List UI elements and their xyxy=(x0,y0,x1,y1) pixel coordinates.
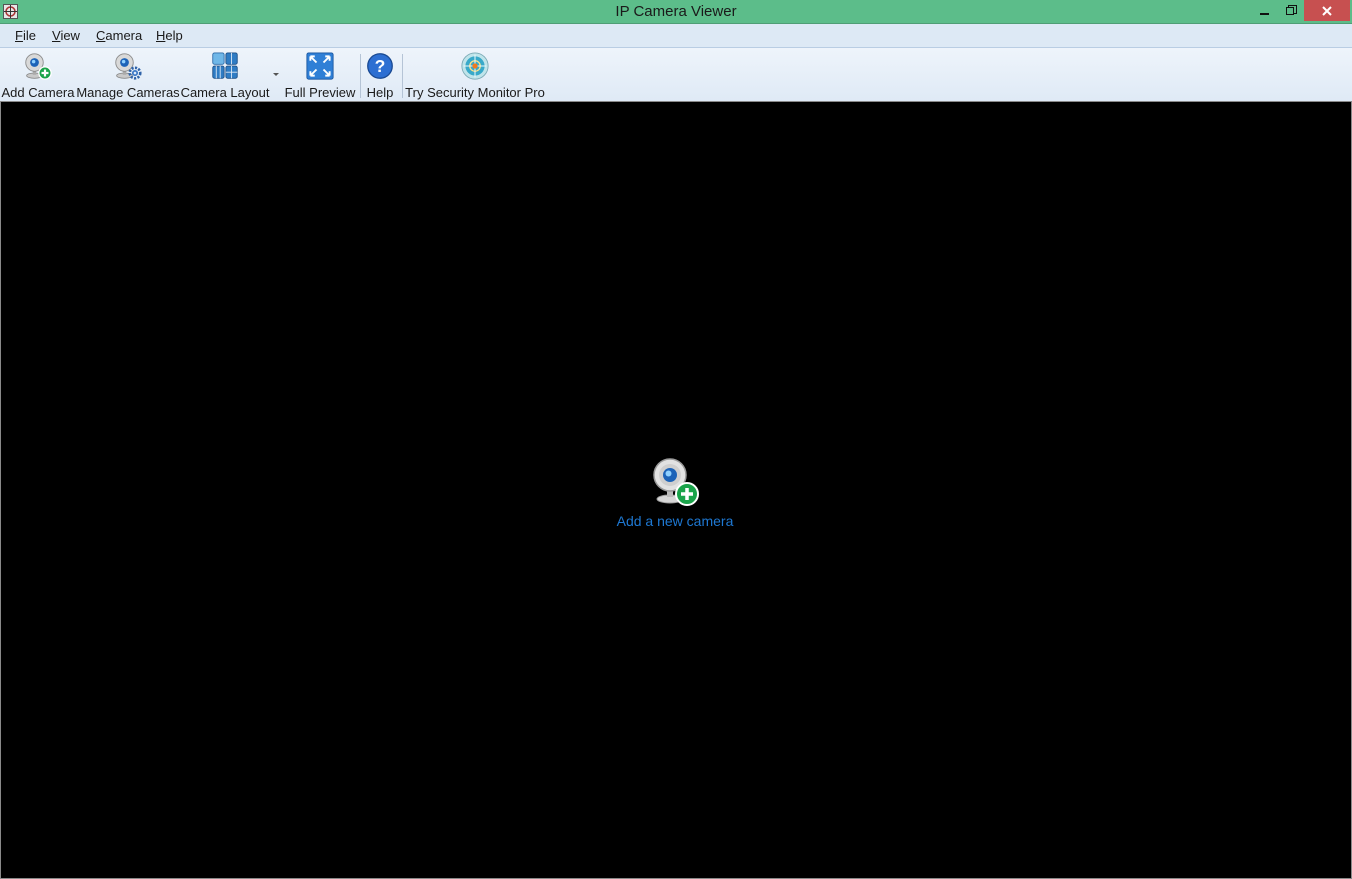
menu-camera-label: amera xyxy=(105,28,143,43)
camera-layout-button[interactable]: Camera Layout xyxy=(181,50,269,100)
add-new-camera-prompt[interactable]: Add a new camera xyxy=(613,457,737,529)
try-security-monitor-pro-label: Try Security Monitor Pro xyxy=(405,85,545,100)
full-preview-label: Full Preview xyxy=(284,85,356,100)
toolbar: Add Camera Manage Cameras Camera Layout xyxy=(0,47,1352,101)
minimize-icon xyxy=(1260,12,1269,15)
manage-cameras-icon xyxy=(115,53,142,80)
menu-file-accel: F xyxy=(15,28,23,43)
menu-view[interactable]: View xyxy=(52,28,80,43)
menu-file-label: ile xyxy=(22,28,36,43)
add-camera-icon xyxy=(25,53,52,80)
add-camera-label: Add Camera xyxy=(1,85,75,100)
try-security-monitor-pro-button[interactable]: Try Security Monitor Pro xyxy=(405,50,545,100)
menu-help[interactable]: Help xyxy=(156,28,183,43)
menu-file[interactable]: File xyxy=(15,28,36,43)
menu-camera-accel: C xyxy=(96,28,106,43)
menu-help-accel: H xyxy=(156,28,166,43)
target-icon xyxy=(461,52,489,80)
window-title: IP Camera Viewer xyxy=(615,3,737,20)
toolbar-separator xyxy=(360,54,361,98)
close-icon xyxy=(1322,5,1332,16)
camera-layout-icon xyxy=(212,52,238,79)
menu-bar: File View Camera Help xyxy=(0,23,1352,47)
help-icon: ? xyxy=(367,53,393,79)
menu-view-label: iew xyxy=(60,28,80,43)
camera-layout-label: Camera Layout xyxy=(180,85,270,100)
manage-cameras-button[interactable]: Manage Cameras xyxy=(76,50,180,100)
svg-text:?: ? xyxy=(375,56,386,76)
help-label: Help xyxy=(366,85,394,100)
restore-icon xyxy=(1285,5,1297,15)
fullscreen-icon xyxy=(306,52,334,80)
help-button[interactable]: ? Help xyxy=(364,50,396,100)
add-camera-button[interactable]: Add Camera xyxy=(1,50,75,100)
camera-viewport[interactable]: Add a new camera xyxy=(0,101,1352,879)
minimize-button[interactable] xyxy=(1252,0,1278,21)
manage-cameras-label: Manage Cameras xyxy=(76,85,180,100)
full-preview-button[interactable]: Full Preview xyxy=(284,50,356,100)
toolbar-separator xyxy=(402,54,403,98)
menu-camera[interactable]: Camera xyxy=(96,28,142,43)
close-button[interactable] xyxy=(1304,0,1350,21)
menu-help-label: elp xyxy=(165,28,183,43)
add-camera-icon xyxy=(653,458,699,506)
add-new-camera-link[interactable]: Add a new camera xyxy=(613,513,737,529)
camera-layout-dropdown-arrow[interactable] xyxy=(273,73,279,76)
title-bar: IP Camera Viewer xyxy=(0,0,1352,23)
restore-button[interactable] xyxy=(1278,0,1304,21)
